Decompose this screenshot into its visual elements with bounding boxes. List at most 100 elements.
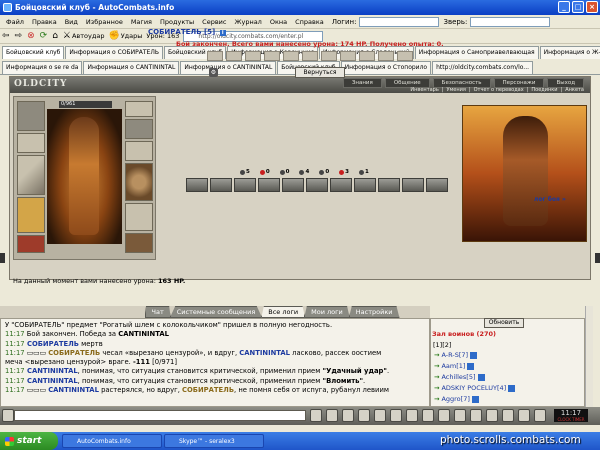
boots-slot-icon[interactable] [125, 233, 153, 253]
autoattack-button[interactable]: ⚔ Автоудар [63, 31, 105, 41]
shield-slot-icon[interactable] [125, 163, 153, 201]
info-icon[interactable] [508, 384, 516, 392]
tab-2-3[interactable]: Информация о CANTININTAL [180, 61, 277, 74]
nav-knowledge[interactable]: Знания [342, 78, 382, 88]
menu-magic[interactable]: Магия [127, 18, 156, 26]
tab-2-6[interactable]: http://oldcity.combats.com/lo... [432, 61, 534, 74]
player-name[interactable]: Aggro[7] [441, 395, 469, 403]
scrollbar[interactable] [585, 306, 593, 407]
scroll-lock-icon[interactable] [406, 409, 418, 422]
menu-journal[interactable]: Журнал [230, 18, 265, 26]
action-slot-icon[interactable] [210, 178, 232, 192]
player-list-item[interactable]: → Aam[1] [434, 362, 475, 370]
chat-tab-settings[interactable]: Настройки [348, 306, 400, 318]
filter-icon[interactable] [342, 409, 354, 422]
menu-help[interactable]: Справка [291, 18, 328, 26]
action-slot-icon[interactable] [426, 178, 448, 192]
chat-tab-system[interactable]: Системные сообщения [169, 306, 263, 318]
info-icon[interactable] [467, 362, 475, 370]
tab-2-5[interactable]: Информация о Стопорило [340, 61, 432, 74]
player-name[interactable]: A-R-S[7] [441, 351, 468, 359]
translit-icon[interactable] [358, 409, 370, 422]
minimize-button[interactable]: _ [558, 1, 570, 13]
hits-button[interactable]: ✊ Удары [108, 31, 142, 41]
chat-player-name[interactable]: СОБИРАТЕЛЬ [182, 386, 234, 394]
weapon-slot-icon[interactable] [17, 155, 45, 195]
helmet-slot-icon[interactable] [17, 101, 45, 131]
subnav-skills[interactable]: Умения [446, 87, 465, 93]
exit-icon[interactable] [534, 409, 546, 422]
subnav-inventory[interactable]: Инвентарь [410, 87, 438, 93]
battle-log-link[interactable]: лог боя » [534, 196, 566, 203]
menu-service[interactable]: Сервис [198, 18, 230, 26]
chat-tab-chat[interactable]: Чат [144, 306, 171, 318]
mail-icon[interactable] [470, 409, 482, 422]
tab-2-2[interactable]: Информация о CANTININTAL [83, 61, 180, 74]
subnav-duels[interactable]: Поединки [531, 87, 557, 93]
player-list-item[interactable]: → Aggro[7] [434, 395, 479, 403]
action-slot-icon[interactable] [306, 178, 328, 192]
player-name[interactable]: Aam[1] [441, 362, 465, 370]
close-button[interactable]: × [586, 1, 598, 13]
player-list-item[interactable]: → ADSKIY POCELUY[4] [434, 384, 516, 392]
earring-slot-icon[interactable] [125, 101, 153, 117]
smile-panel-icon[interactable] [438, 409, 450, 422]
chat-time[interactable]: 11:17 [5, 386, 25, 394]
sound-icon[interactable] [374, 409, 386, 422]
forward-nav-button[interactable]: ⇨ [15, 31, 24, 41]
back-nav-button[interactable]: ⇦ [2, 31, 11, 41]
maximize-button[interactable]: □ [572, 1, 584, 13]
smiley-icon[interactable] [2, 409, 14, 422]
info-icon[interactable] [471, 395, 479, 403]
chat-time[interactable]: 11:17 [5, 349, 25, 357]
chat-time[interactable]: 11:17 [5, 377, 25, 385]
action-slot-icon[interactable] [354, 178, 376, 192]
action-slot-icon[interactable] [378, 178, 400, 192]
action-slot-icon[interactable] [186, 178, 208, 192]
taskbar-item-autocombats[interactable]: AutoCombats.info [62, 434, 162, 448]
action-slot-icon[interactable] [402, 178, 424, 192]
color-icon[interactable] [422, 409, 434, 422]
action-slot-icon[interactable] [282, 178, 304, 192]
action-slot-icon[interactable] [330, 178, 352, 192]
amulet-slot-icon[interactable] [125, 119, 153, 139]
tab-1-7[interactable]: Информация о Ж-нежная-Ж [539, 46, 600, 59]
player-list-item[interactable]: → Achilles[5] [434, 373, 485, 381]
left-panel-arrow-icon[interactable] [0, 253, 5, 263]
private-icon[interactable] [390, 409, 402, 422]
login-input[interactable] [359, 16, 440, 27]
refresh-button[interactable]: ⟳ [40, 31, 49, 41]
stop-button[interactable]: ⊗ [27, 31, 36, 41]
gear-icon[interactable] [518, 409, 530, 422]
menu-view[interactable]: Вид [61, 18, 82, 26]
menu-favorites[interactable]: Избранное [82, 18, 127, 26]
clan-icon[interactable] [486, 409, 498, 422]
send-icon[interactable] [310, 409, 322, 422]
subnav-transfers[interactable]: Отчет о переводах [474, 87, 524, 93]
chat-player-name[interactable]: CANTININTAL [25, 377, 78, 385]
menu-windows[interactable]: Окна [266, 18, 291, 26]
armor-slot-icon[interactable] [17, 197, 45, 233]
start-button[interactable]: start [0, 432, 58, 450]
tab-1-1[interactable]: Бойцовский клуб [2, 46, 65, 59]
opponent-name[interactable]: СОБИРАТЕЛЬ [5] i [148, 28, 226, 36]
chat-time[interactable]: 11:17 [5, 340, 25, 348]
tab-2-1[interactable]: Информация о se re da [2, 61, 83, 74]
tab-1-2[interactable]: Информация о СОБИРАТЕЛЬ [65, 46, 163, 59]
chat-player-name[interactable]: СОБИРАТЕЛЬ [48, 349, 100, 357]
chat-player-name[interactable]: СОБИРАТЕЛЬ [25, 340, 79, 348]
chat-player-name[interactable]: CANTININTAL [48, 386, 99, 394]
info-icon[interactable] [477, 373, 485, 381]
chat-tab-all-logs[interactable]: Все логи [261, 306, 306, 318]
menu-edit[interactable]: Правка [28, 18, 61, 26]
settings-gear-icon[interactable]: ⚙ [209, 68, 218, 77]
update-button[interactable]: Обновить [484, 318, 524, 328]
return-button[interactable]: Вернуться [295, 67, 345, 78]
info-icon[interactable] [470, 351, 478, 359]
chat-time[interactable]: 11:17 [5, 330, 25, 338]
menu-products[interactable]: Продукты [156, 18, 198, 26]
chat-player-name[interactable]: CANTININTAL [25, 367, 78, 375]
player-name[interactable]: Achilles[5] [441, 373, 475, 381]
chat-time[interactable]: 11:17 [5, 367, 25, 375]
clear-icon[interactable] [326, 409, 338, 422]
